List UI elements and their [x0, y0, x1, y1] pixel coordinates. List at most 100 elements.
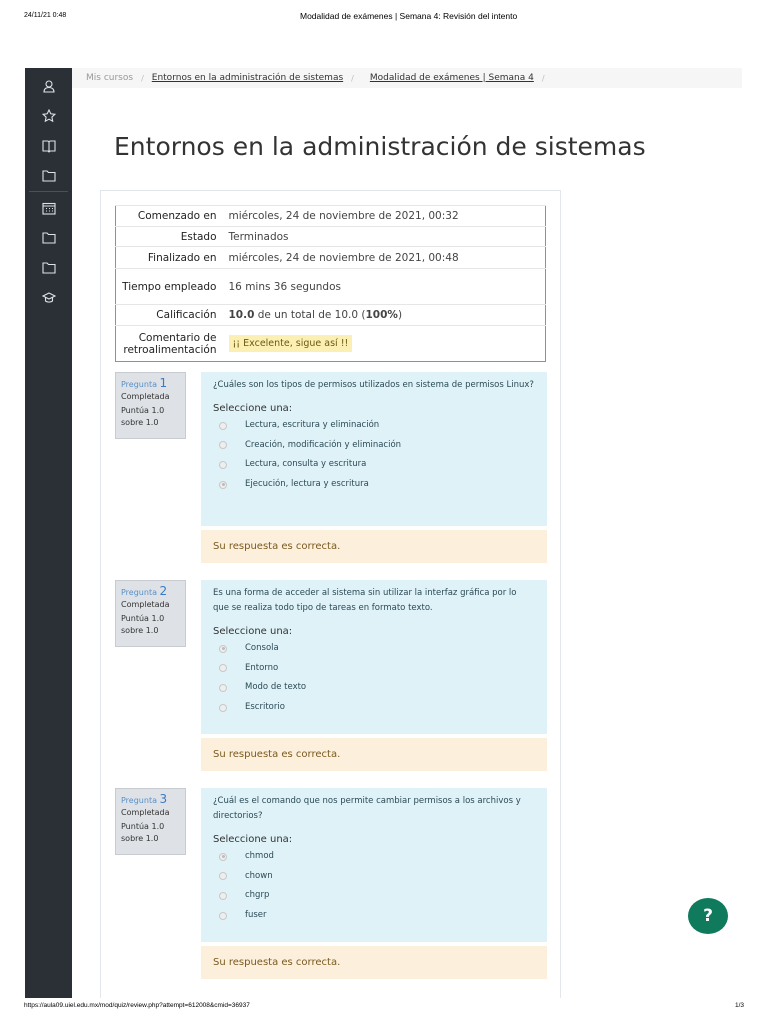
answer-option[interactable]: Entorno — [213, 659, 535, 679]
question-label: Pregunta — [121, 380, 157, 389]
answer-label: Lectura, consulta y escritura — [245, 459, 367, 470]
select-prompt: Seleccione una: — [213, 626, 293, 637]
radio-button[interactable] — [219, 872, 227, 881]
answer-option[interactable]: Ejecución, lectura y escritura — [213, 475, 535, 495]
question-content: ¿Cuáles son los tipos de permisos utiliz… — [201, 372, 547, 526]
question-score: Puntúa 1.0 sobre 1.0 — [121, 614, 165, 635]
question-info: Pregunta 1 Completada Puntúa 1.0 sobre 1… — [115, 372, 186, 439]
question-text: ¿Cuál es el comando que nos permite camb… — [213, 796, 521, 821]
question-text: ¿Cuáles son los tipos de permisos utiliz… — [213, 380, 534, 390]
answer-label: Creación, modificación y eliminación — [245, 439, 402, 450]
breadcrumb-course[interactable]: Entornos en la administración de sistema… — [152, 73, 343, 83]
answer-label: chgrp — [245, 890, 270, 901]
star-icon[interactable] — [25, 101, 72, 131]
radio-button[interactable] — [219, 664, 227, 673]
help-button[interactable]: ? — [688, 898, 728, 934]
feedback-badge: ¡¡ Excelente, sigue así !! — [228, 335, 353, 352]
answer-label: Escritorio — [245, 702, 285, 713]
radio-button[interactable] — [219, 480, 227, 489]
question-info: Pregunta 2 Completada Puntúa 1.0 sobre 1… — [115, 580, 186, 647]
print-url: https://aula09.uiel.edu.mx/mod/quiz/revi… — [24, 1002, 250, 1009]
breadcrumb-my-courses[interactable]: Mis cursos — [86, 73, 133, 83]
radio-button[interactable] — [219, 460, 227, 469]
summary-label: Finalizado en — [115, 246, 223, 269]
question-state: Completada — [121, 808, 170, 817]
answer-option[interactable]: Lectura, escritura y eliminación — [213, 416, 535, 436]
summary-value: miércoles, 24 de noviembre de 2021, 00:3… — [222, 205, 546, 227]
graduation-cap-icon[interactable] — [25, 283, 72, 313]
answer-label: chown — [245, 870, 273, 881]
question-state: Completada — [121, 392, 170, 401]
question-number: 2 — [159, 584, 168, 598]
summary-value: ¡¡ Excelente, sigue así !! — [222, 325, 546, 362]
radio-button[interactable] — [219, 911, 227, 920]
user-icon[interactable] — [25, 71, 72, 101]
print-title: Modalidad de exámenes | Semana 4: Revisi… — [300, 11, 518, 21]
radio-button[interactable] — [219, 891, 227, 900]
answer-option[interactable]: Escritorio — [213, 698, 535, 718]
answer-label: Lectura, escritura y eliminación — [245, 420, 380, 431]
answer-option[interactable]: Lectura, consulta y escritura — [213, 455, 535, 475]
sidebar-nav — [25, 68, 72, 998]
radio-button[interactable] — [219, 441, 227, 450]
summary-label: Tiempo empleado — [115, 268, 223, 305]
summary-value: Terminados — [222, 226, 546, 247]
breadcrumb-separator: / — [351, 73, 354, 83]
calendar-icon[interactable] — [25, 193, 72, 223]
answer-option[interactable]: chmod — [213, 847, 535, 867]
grade-close: ) — [397, 309, 403, 321]
select-prompt: Seleccione una: — [213, 403, 293, 414]
grade-percent: 100% — [365, 309, 398, 321]
summary-label: Calificación — [115, 304, 223, 326]
summary-value: 10.0 de un total de 10.0 (100%) — [222, 304, 546, 326]
question-score: Puntúa 1.0 sobre 1.0 — [121, 406, 165, 427]
answer-label: chmod — [245, 851, 274, 862]
question-content: Es una forma de acceder al sistema sin u… — [201, 580, 547, 734]
question-content: ¿Cuál es el comando que nos permite camb… — [201, 788, 547, 942]
summary-label: Comentario de retroalimentación — [115, 325, 223, 362]
radio-button[interactable] — [219, 644, 227, 653]
print-page-number: 1/3 — [735, 1002, 745, 1009]
answer-label: Entorno — [245, 662, 279, 673]
summary-label: Estado — [115, 226, 223, 247]
grade-value: 10.0 — [228, 309, 255, 321]
radio-button[interactable] — [219, 703, 227, 712]
folder-icon[interactable] — [25, 223, 72, 253]
answer-option[interactable]: Creación, modificación y eliminación — [213, 436, 535, 456]
question-label: Pregunta — [121, 588, 157, 597]
select-prompt: Seleccione una: — [213, 834, 293, 845]
summary-value: miércoles, 24 de noviembre de 2021, 00:4… — [222, 246, 546, 269]
answer-option[interactable]: Modo de texto — [213, 678, 535, 698]
answer-option[interactable]: chown — [213, 867, 535, 887]
breadcrumb-quiz[interactable]: Modalidad de exámenes | Semana 4 — [370, 73, 534, 83]
answer-label: Modo de texto — [245, 682, 307, 693]
page-title: Entornos en la administración de sistema… — [114, 132, 646, 161]
radio-button[interactable] — [219, 421, 227, 430]
question-number: 1 — [159, 376, 168, 390]
grade-total: de un total de 10.0 ( — [254, 309, 366, 321]
breadcrumb: Mis cursos / Entornos en la administraci… — [72, 68, 742, 88]
question-score: Puntúa 1.0 sobre 1.0 — [121, 822, 165, 843]
answer-feedback: Su respuesta es correcta. — [201, 530, 547, 563]
folder-icon[interactable] — [25, 253, 72, 283]
summary-label: Comenzado en — [115, 205, 223, 227]
sidebar-divider — [29, 191, 68, 192]
attempt-summary-table: Comenzado en miércoles, 24 de noviembre d… — [115, 205, 546, 362]
answer-label: Ejecución, lectura y escritura — [245, 479, 369, 490]
question-info: Pregunta 3 Completada Puntúa 1.0 sobre 1… — [115, 788, 186, 855]
print-datetime: 24/11/21 0:48 — [24, 12, 67, 19]
breadcrumb-separator: / — [141, 73, 144, 83]
answer-option[interactable]: Consola — [213, 639, 535, 659]
folder-icon[interactable] — [25, 161, 72, 191]
question-label: Pregunta — [121, 796, 157, 805]
radio-button[interactable] — [219, 852, 227, 861]
answer-option[interactable]: fuser — [213, 906, 535, 926]
book-icon[interactable] — [25, 131, 72, 161]
breadcrumb-separator: / — [541, 73, 545, 83]
radio-button[interactable] — [219, 683, 227, 692]
answer-label: Consola — [245, 643, 279, 654]
answer-option[interactable]: chgrp — [213, 886, 535, 906]
summary-value: 16 mins 36 segundos — [222, 268, 546, 305]
answer-feedback: Su respuesta es correcta. — [201, 738, 547, 771]
question-number: 3 — [159, 792, 168, 806]
